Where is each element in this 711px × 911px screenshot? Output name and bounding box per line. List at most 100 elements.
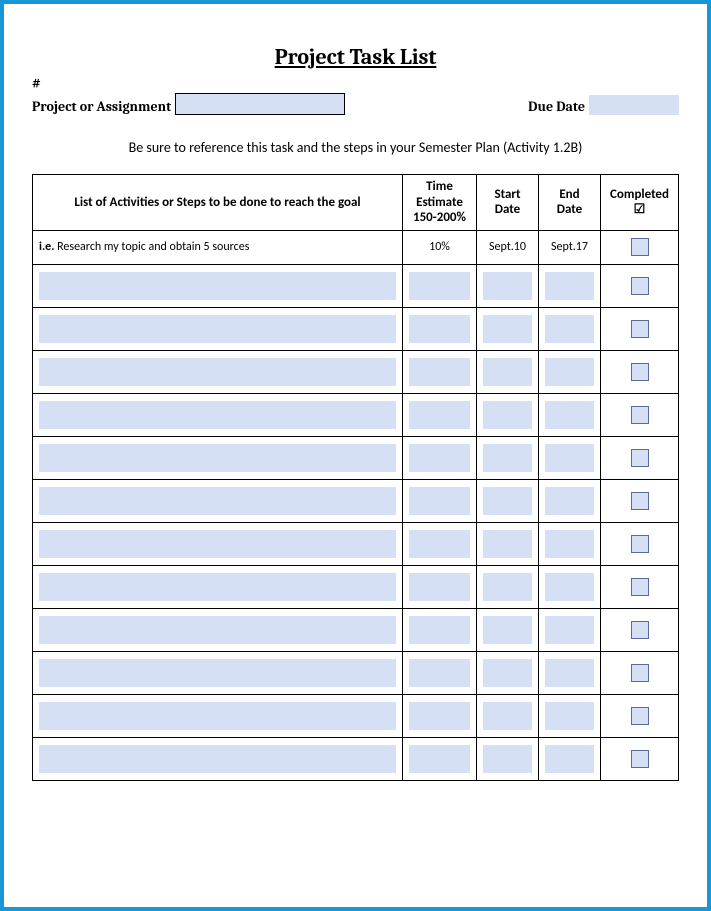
hash-label: # (32, 74, 345, 91)
input-field[interactable] (545, 444, 594, 472)
input-field[interactable] (39, 401, 396, 429)
col-time-header: Time Estimate 150-200% (403, 175, 477, 231)
input-field[interactable] (545, 530, 594, 558)
activity-cell (33, 264, 403, 307)
input-field[interactable] (483, 401, 532, 429)
input-field[interactable] (483, 444, 532, 472)
input-field[interactable] (483, 573, 532, 601)
input-field[interactable] (545, 659, 594, 687)
input-field[interactable] (483, 530, 532, 558)
time-cell (403, 436, 477, 479)
example-time: 10% (403, 230, 477, 264)
input-field[interactable] (409, 401, 470, 429)
activity-cell (33, 479, 403, 522)
input-field[interactable] (39, 573, 396, 601)
input-field[interactable] (409, 444, 470, 472)
checkbox[interactable] (631, 320, 649, 338)
activity-cell (33, 522, 403, 565)
input-field[interactable] (409, 745, 470, 773)
input-field[interactable] (39, 616, 396, 644)
input-field[interactable] (545, 401, 594, 429)
table-row (33, 651, 679, 694)
col-completed-header: Completed ☑ (601, 175, 679, 231)
time-cell (403, 694, 477, 737)
input-field[interactable] (483, 358, 532, 386)
checkbox[interactable] (631, 406, 649, 424)
input-field[interactable] (545, 616, 594, 644)
input-field[interactable] (409, 530, 470, 558)
input-field[interactable] (545, 315, 594, 343)
end-cell (539, 565, 601, 608)
checkbox[interactable] (631, 707, 649, 725)
checkbox[interactable] (631, 578, 649, 596)
input-field[interactable] (409, 616, 470, 644)
input-field[interactable] (545, 745, 594, 773)
input-field[interactable] (545, 702, 594, 730)
input-field[interactable] (545, 272, 594, 300)
start-cell (477, 522, 539, 565)
table-row (33, 479, 679, 522)
checkbox[interactable] (631, 664, 649, 682)
col-start-l2: Date (495, 202, 520, 217)
complete-cell (601, 350, 679, 393)
input-field[interactable] (483, 616, 532, 644)
input-field[interactable] (483, 315, 532, 343)
due-date-input[interactable] (589, 95, 679, 115)
input-field[interactable] (409, 573, 470, 601)
input-field[interactable] (39, 444, 396, 472)
end-cell (539, 522, 601, 565)
input-field[interactable] (39, 487, 396, 515)
checkbox[interactable] (631, 750, 649, 768)
checkbox[interactable] (631, 535, 649, 553)
start-cell (477, 608, 539, 651)
checkmark-icon: ☑ (634, 202, 646, 217)
project-label: Project or Assignment (32, 98, 171, 115)
time-cell (403, 651, 477, 694)
input-field[interactable] (483, 702, 532, 730)
input-field[interactable] (39, 272, 396, 300)
input-field[interactable] (39, 659, 396, 687)
input-field[interactable] (483, 745, 532, 773)
start-cell (477, 307, 539, 350)
input-field[interactable] (483, 272, 532, 300)
input-field[interactable] (39, 745, 396, 773)
checkbox[interactable] (631, 277, 649, 295)
time-cell (403, 479, 477, 522)
col-time-l2: Estimate (416, 195, 463, 210)
time-cell (403, 350, 477, 393)
complete-cell (601, 393, 679, 436)
input-field[interactable] (409, 659, 470, 687)
activity-cell (33, 565, 403, 608)
input-field[interactable] (545, 358, 594, 386)
header-row: # Project or Assignment Due Date (32, 74, 679, 115)
input-field[interactable] (39, 315, 396, 343)
input-field[interactable] (39, 530, 396, 558)
col-end-l1: End (559, 187, 579, 202)
input-field[interactable] (39, 702, 396, 730)
checkbox[interactable] (631, 238, 649, 256)
header-left: # Project or Assignment (32, 74, 345, 115)
start-cell (477, 436, 539, 479)
project-input[interactable] (175, 93, 345, 115)
input-field[interactable] (545, 573, 594, 601)
input-field[interactable] (409, 315, 470, 343)
start-cell (477, 651, 539, 694)
col-start-l1: Start (494, 187, 520, 202)
checkbox[interactable] (631, 449, 649, 467)
input-field[interactable] (39, 358, 396, 386)
end-cell (539, 264, 601, 307)
input-field[interactable] (409, 487, 470, 515)
checkbox[interactable] (631, 363, 649, 381)
checkbox[interactable] (631, 621, 649, 639)
due-field-group: Due Date (528, 95, 679, 115)
input-field[interactable] (409, 272, 470, 300)
input-field[interactable] (483, 659, 532, 687)
input-field[interactable] (545, 487, 594, 515)
start-cell (477, 479, 539, 522)
input-field[interactable] (409, 702, 470, 730)
input-field[interactable] (409, 358, 470, 386)
input-field[interactable] (483, 487, 532, 515)
table-row (33, 694, 679, 737)
checkbox[interactable] (631, 492, 649, 510)
instruction-text: Be sure to reference this task and the s… (32, 139, 679, 156)
